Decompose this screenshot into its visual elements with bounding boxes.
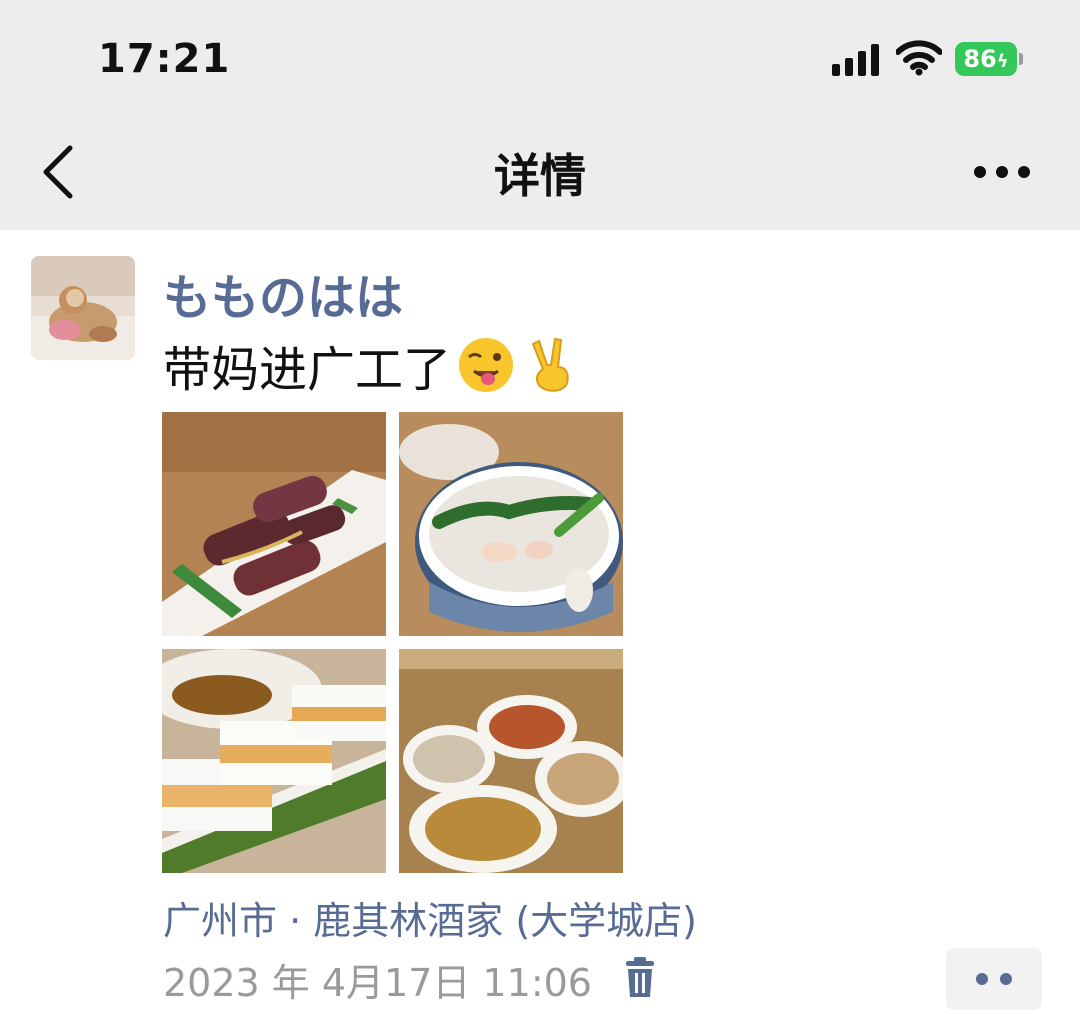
photo-braised-eggplant[interactable]	[162, 412, 386, 636]
post-datetime: 2023 年 4月17日 11:06	[163, 961, 592, 1005]
page-title: 详情	[494, 149, 586, 203]
post-text: 带妈进广工了	[163, 342, 452, 398]
photo-fish-congee[interactable]	[399, 412, 623, 636]
post-text-line: 带妈进广工了	[163, 330, 581, 398]
winking-tongue-emoji-icon	[459, 338, 514, 392]
photo-layer-cakes[interactable]	[162, 649, 386, 873]
location-link[interactable]: 广州市 · 鹿其林酒家 (大学城店)	[163, 890, 697, 945]
battery-level: 86ϟ	[955, 42, 1017, 76]
cellular-signal-icon	[832, 44, 879, 76]
more-options-icon[interactable]	[966, 152, 1038, 192]
two-dots-icon	[976, 973, 1012, 985]
battery-indicator: 86ϟ	[955, 42, 1023, 76]
status-time: 17:21	[98, 36, 231, 82]
victory-hand-emoji-icon	[531, 337, 569, 392]
user-avatar[interactable]	[31, 256, 135, 360]
trash-icon[interactable]	[620, 957, 660, 999]
comment-action-button[interactable]	[946, 948, 1042, 1010]
username[interactable]: もものはは	[163, 258, 403, 328]
wifi-icon	[896, 40, 942, 76]
photo-dim-sum-steamer[interactable]	[399, 649, 623, 873]
